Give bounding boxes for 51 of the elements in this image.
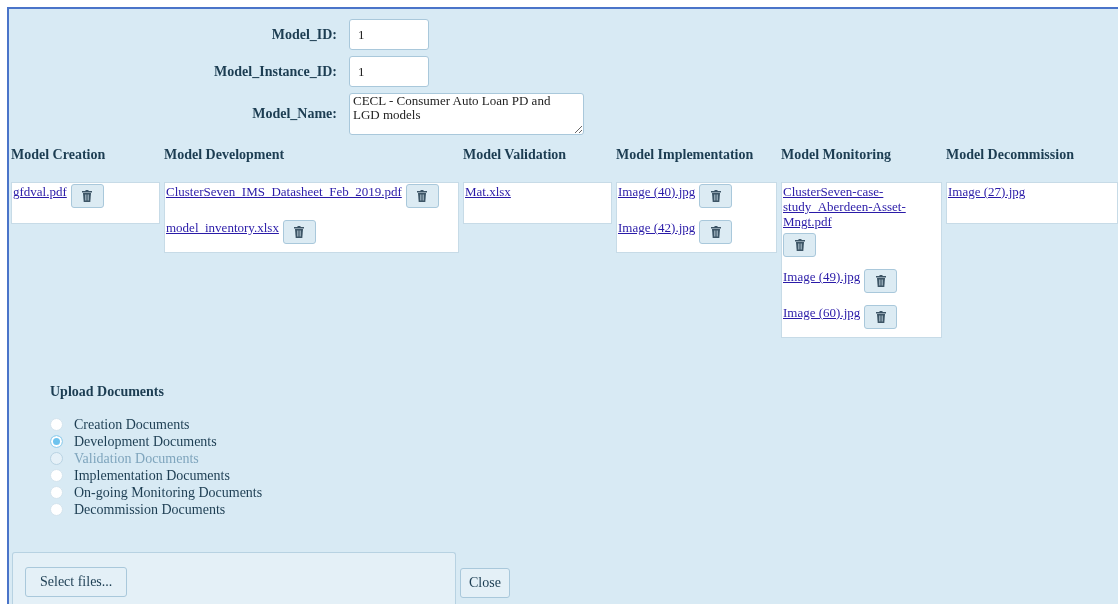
- radio-label[interactable]: On-going Monitoring Documents: [74, 484, 263, 501]
- radio-button[interactable]: [50, 435, 63, 448]
- file-link[interactable]: Image (49).jpg: [783, 269, 861, 284]
- section-heading: Upload Documents: [50, 384, 165, 400]
- delete-button[interactable]: [405, 184, 439, 208]
- trash-icon: [417, 190, 428, 202]
- trash-icon: [875, 311, 886, 323]
- field-label: Model_Instance_ID:: [214, 63, 337, 80]
- file-link[interactable]: gfdval.pdf: [13, 184, 67, 199]
- file-link[interactable]: model_inventory.xlsx: [166, 220, 279, 235]
- radio-label[interactable]: Decommission Documents: [74, 501, 226, 518]
- text-field[interactable]: 1: [349, 56, 429, 87]
- column-heading: Model Creation: [11, 147, 107, 164]
- trash-icon: [82, 190, 93, 202]
- file-link[interactable]: ClusterSeven_IMS_Datasheet_Feb_2019.pdf: [166, 184, 402, 199]
- radio-button[interactable]: [50, 486, 63, 499]
- column-heading: Model Decommission: [946, 147, 1075, 164]
- model-name-field[interactable]: CECL - Consumer Auto Loan PD and LGD models: [349, 93, 584, 135]
- delete-button[interactable]: [699, 220, 733, 244]
- delete-button[interactable]: [70, 184, 104, 208]
- delete-button[interactable]: [282, 220, 316, 244]
- trash-icon: [875, 275, 886, 287]
- delete-button[interactable]: [699, 184, 733, 208]
- trash-icon: [710, 190, 721, 202]
- delete-button[interactable]: [783, 233, 816, 257]
- field-label: Model_ID:: [271, 26, 337, 43]
- file-link[interactable]: Image (42).jpg: [618, 220, 696, 235]
- radio-label[interactable]: Development Documents: [74, 433, 217, 450]
- column-heading: Model Monitoring: [781, 147, 893, 164]
- delete-button[interactable]: [864, 305, 898, 329]
- file-link[interactable]: ClusterSeven-case-study_Aberdeen-Asset-Mngt.pdf: [783, 184, 941, 229]
- radio-button[interactable]: [50, 418, 63, 431]
- radio-label[interactable]: Implementation Documents: [74, 467, 230, 484]
- field-label: Model_Name:: [252, 106, 337, 122]
- file-link[interactable]: Image (60).jpg: [783, 305, 861, 320]
- trash-icon: [794, 239, 805, 251]
- select-files-button[interactable]: Select files...: [25, 567, 128, 597]
- delete-button[interactable]: [864, 269, 898, 293]
- column-heading: Model Development: [164, 147, 286, 164]
- trash-icon: [294, 226, 305, 238]
- trash-icon: [710, 226, 721, 238]
- column-heading: Model Validation: [463, 147, 568, 164]
- file-link[interactable]: Mat.xlsx: [465, 184, 511, 199]
- file-link[interactable]: Image (40).jpg: [618, 184, 696, 199]
- column-heading: Model Implementation: [616, 147, 755, 164]
- radio-button[interactable]: [50, 469, 63, 482]
- radio-label[interactable]: Creation Documents: [74, 416, 190, 433]
- radio-button[interactable]: [50, 503, 63, 516]
- file-link[interactable]: Image (27).jpg: [948, 184, 1026, 199]
- close-button[interactable]: Close: [460, 568, 510, 598]
- text-field[interactable]: 1: [349, 19, 429, 50]
